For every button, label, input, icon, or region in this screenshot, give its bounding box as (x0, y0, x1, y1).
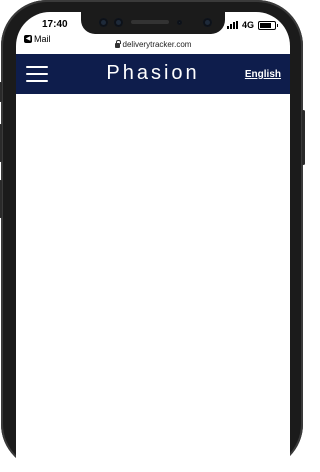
phone-frame: 17:40 ◀ Mail 4G deliverytracker.com Phas… (0, 0, 305, 472)
signal-icon (226, 21, 238, 29)
address-text: deliverytracker.com (122, 40, 192, 49)
notch (81, 12, 225, 34)
page-content (16, 94, 290, 472)
battery-icon (258, 20, 278, 30)
side-button-volume-down (0, 180, 2, 218)
status-time: 17:40 (42, 19, 68, 30)
battery-fill (260, 22, 272, 28)
speaker-grille (131, 20, 169, 24)
side-button-power (302, 110, 305, 165)
lock-icon (114, 40, 121, 48)
language-link[interactable]: English (245, 69, 281, 80)
proximity-sensor-icon (177, 20, 182, 25)
status-indicators: 4G (226, 20, 278, 30)
front-camera-icon (203, 18, 212, 27)
camera-lens-icon (99, 18, 108, 27)
side-button-mute (0, 82, 2, 102)
side-button-volume-up (0, 124, 2, 162)
sensor-lens-icon (114, 18, 123, 27)
phone-screen: 17:40 ◀ Mail 4G deliverytracker.com Phas… (16, 12, 290, 472)
address-bar[interactable]: deliverytracker.com (16, 40, 290, 49)
site-navbar: Phasion English (16, 54, 290, 94)
network-type: 4G (241, 20, 254, 30)
